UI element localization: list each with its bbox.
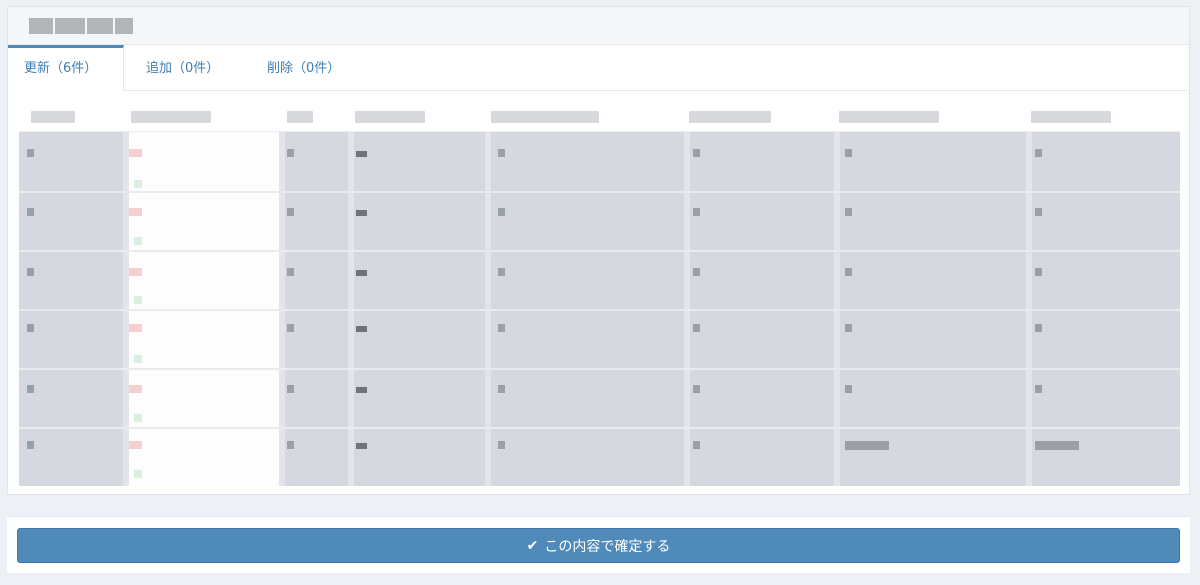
cell-value: [27, 385, 34, 393]
cell-value: [287, 208, 294, 216]
cell-value: [1035, 268, 1042, 276]
row-divider: [19, 250, 1180, 252]
cell-value: [287, 385, 294, 393]
cell-value: [498, 441, 505, 449]
diff-old-value: [129, 149, 142, 157]
column-header: [31, 111, 75, 123]
cell-value: [845, 441, 889, 450]
cell-value: [845, 268, 852, 276]
cell-value: [27, 441, 34, 449]
cell-value: [27, 208, 34, 216]
cell-value: [845, 149, 852, 157]
cell-value: [356, 443, 367, 449]
column-header: [355, 111, 425, 123]
diff-old-value: [129, 324, 142, 332]
cell-value: [693, 208, 700, 216]
column-header: [689, 111, 771, 123]
column-header: [131, 111, 211, 123]
tab-add[interactable]: 追加（0件）: [130, 45, 235, 91]
cell-value: [1035, 324, 1042, 332]
cell-value: [1035, 208, 1042, 216]
diff-new-value: [134, 355, 142, 363]
cell-value: [287, 324, 294, 332]
column-header: [839, 111, 939, 123]
diff-old-value: [129, 385, 142, 393]
cell-value: [27, 324, 34, 332]
cell-value: [356, 270, 367, 276]
cell-value: [693, 385, 700, 393]
tab-update[interactable]: 更新（6件）: [8, 45, 124, 92]
tab-delete[interactable]: 削除（0件）: [251, 45, 356, 91]
cell-value: [845, 324, 852, 332]
diff-old-value: [129, 208, 142, 216]
cell-value: [1035, 149, 1042, 157]
cell-value: [498, 149, 505, 157]
confirm-bar: ✔ この内容で確定する: [7, 516, 1190, 573]
cell-value: [287, 268, 294, 276]
diff-new-value: [134, 296, 142, 304]
diff-new-value: [134, 470, 142, 478]
tab-bar: 更新（6件） 追加（0件） 削除（0件）: [8, 45, 1189, 92]
row-divider: [19, 191, 1180, 193]
cell-value: [356, 210, 367, 216]
cell-value: [498, 268, 505, 276]
cell-value: [356, 326, 367, 332]
diff-old-value: [129, 268, 142, 276]
check-icon: ✔: [526, 537, 539, 554]
row-divider: [19, 309, 1180, 311]
diff-panel: 更新（6件） 追加（0件） 削除（0件）: [7, 6, 1190, 495]
cell-value: [498, 324, 505, 332]
row-divider: [19, 427, 1180, 429]
cell-value: [1035, 385, 1042, 393]
diff-old-value: [129, 441, 142, 449]
panel-header: [8, 7, 1189, 45]
cell-value: [1035, 441, 1079, 450]
cell-value: [287, 441, 294, 449]
cell-value: [693, 441, 700, 449]
cell-value: [287, 149, 294, 157]
diff-new-value: [134, 180, 142, 188]
row-divider: [19, 368, 1180, 370]
cell-value: [27, 268, 34, 276]
cell-value: [693, 268, 700, 276]
cell-value: [498, 385, 505, 393]
panel-title-redacted: [29, 16, 139, 36]
column-header: [1031, 111, 1111, 123]
diff-table: [19, 102, 1180, 486]
diff-new-value: [134, 237, 142, 245]
cell-value: [356, 151, 367, 157]
cell-value: [845, 208, 852, 216]
column-header: [491, 111, 599, 123]
cell-value: [693, 149, 700, 157]
diff-new-value: [134, 414, 142, 422]
cell-value: [845, 385, 852, 393]
cell-value: [356, 387, 367, 393]
confirm-button[interactable]: ✔ この内容で確定する: [17, 528, 1180, 563]
cell-value: [498, 208, 505, 216]
cell-value: [693, 324, 700, 332]
column-header: [287, 111, 313, 123]
confirm-button-label: この内容で確定する: [544, 538, 671, 555]
cell-value: [27, 149, 34, 157]
table-header: [19, 102, 1180, 132]
